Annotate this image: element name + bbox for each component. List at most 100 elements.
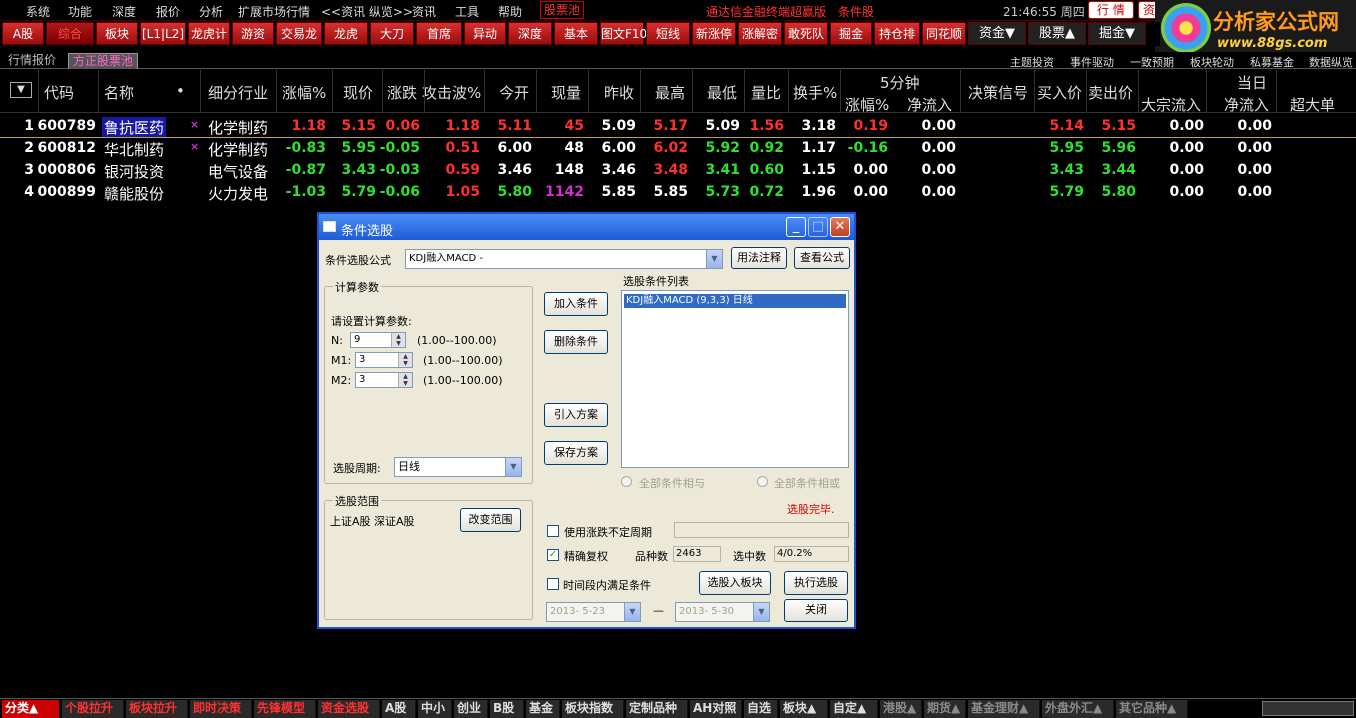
tb-depth[interactable]: 深度 bbox=[508, 22, 552, 45]
bottom-tab[interactable]: B股 bbox=[490, 700, 524, 718]
tb-short-term[interactable]: 短线 bbox=[646, 22, 690, 45]
bottom-tab[interactable]: 先锋模型 bbox=[254, 700, 316, 718]
bottom-tab[interactable]: 港股▲ bbox=[880, 700, 922, 718]
close-button[interactable]: 关闭 bbox=[784, 599, 848, 622]
col-ask[interactable]: 卖出价 bbox=[1088, 82, 1133, 103]
tb-dare-die[interactable]: 敢死队 bbox=[784, 22, 828, 45]
col-code[interactable]: 代码 bbox=[44, 82, 74, 103]
menu-tools[interactable]: 工具 bbox=[455, 3, 479, 20]
bottom-tab[interactable]: 资金选股 bbox=[318, 700, 380, 718]
bottom-tab[interactable]: 创业 bbox=[454, 700, 488, 718]
col-volume[interactable]: 现量 bbox=[551, 82, 581, 103]
tb-big-blade[interactable]: 大刀 bbox=[370, 22, 414, 45]
bottom-tab[interactable]: 外盘外汇▲ bbox=[1042, 700, 1114, 718]
col-signal[interactable]: 决策信号 bbox=[968, 82, 1028, 103]
tab-quote[interactable]: 行情报价 bbox=[4, 53, 60, 69]
table-row[interactable]: 2 600812 -0.83 5.95 -0.05 0.51 6.00 48 6.00 6.02 5… bbox=[0, 138, 1356, 160]
bottom-tab[interactable]: 即时决策 bbox=[190, 700, 252, 718]
bottom-tab[interactable]: 自选 bbox=[744, 700, 778, 718]
bottom-tab[interactable]: 中小 bbox=[418, 700, 452, 718]
col-price[interactable]: 现价 bbox=[343, 82, 373, 103]
tb-holding-rank[interactable]: 持仓排 bbox=[874, 22, 920, 45]
col-attack-wave[interactable]: 攻击波% bbox=[422, 82, 481, 103]
tb-dig-gold-dropdown[interactable]: 掘金▼ bbox=[1088, 22, 1146, 45]
tb-new-limit-up[interactable]: 新涨停 bbox=[692, 22, 736, 45]
usage-notes-button[interactable]: 用法注释 bbox=[731, 247, 787, 269]
col-turnover[interactable]: 换手% bbox=[793, 82, 837, 103]
chevron-down-icon[interactable]: ▼ bbox=[706, 250, 722, 268]
link-consensus[interactable]: 一致预期 bbox=[1130, 54, 1174, 70]
to-block-button[interactable]: 选股入板块 bbox=[699, 571, 771, 595]
save-scheme-button[interactable]: 保存方案 bbox=[544, 441, 608, 465]
bottom-tab[interactable]: A股 bbox=[382, 700, 416, 718]
chevron-down-icon[interactable]: ▼ bbox=[505, 458, 521, 476]
col-name[interactable]: 名称 bbox=[104, 82, 134, 103]
table-row[interactable]: 3 000806 -0.87 3.43 -0.03 0.59 3.46 148 3.46 3.48… bbox=[0, 160, 1356, 182]
dialog-titlebar[interactable]: 条件选股 _ □ ✕ bbox=[319, 214, 854, 240]
condition-stock-link[interactable]: 条件股 bbox=[838, 3, 874, 20]
tb-tonghuashun[interactable]: 同花顺 bbox=[922, 22, 966, 45]
delete-condition-button[interactable]: 删除条件 bbox=[544, 330, 608, 354]
col-change-pct[interactable]: 涨幅% bbox=[282, 82, 326, 103]
link-theme-investing[interactable]: 主题投资 bbox=[1010, 54, 1054, 70]
col-5min-change[interactable]: 涨幅% bbox=[845, 94, 889, 115]
col-super-large[interactable]: 超大单 bbox=[1290, 94, 1335, 115]
bottom-tab[interactable]: 其它品种▲ bbox=[1116, 700, 1188, 718]
row-name[interactable]: 鲁抗医药 bbox=[102, 117, 167, 138]
table-row[interactable]: 1 600789 1.18 5.15 0.06 1.18 5.11 45 5.09 5.17 5.0… bbox=[0, 116, 1356, 138]
col-net-inflow[interactable]: 净流入 bbox=[1224, 94, 1269, 115]
param-m2-input[interactable]: 3 ▲ ▼ bbox=[355, 372, 413, 388]
bottom-tab[interactable]: AH对照 bbox=[690, 700, 742, 718]
col-5min-inflow[interactable]: 净流入 bbox=[907, 94, 952, 115]
run-selection-button[interactable]: 执行选股 bbox=[784, 571, 848, 595]
tb-dragon-tiger[interactable]: 龙虎 bbox=[324, 22, 368, 45]
bottom-tab[interactable]: 基金理财▲ bbox=[968, 700, 1040, 718]
tb-funds-dropdown[interactable]: 资金▼ bbox=[968, 22, 1026, 45]
tb-sector[interactable]: 板块 bbox=[96, 22, 138, 45]
tb-stocks-dropdown[interactable]: 股票▲ bbox=[1028, 22, 1086, 45]
link-private-fund[interactable]: 私募基金 bbox=[1250, 54, 1294, 70]
unfixed-period-checkbox[interactable] bbox=[547, 525, 559, 537]
condition-list-item[interactable]: KDJ融入MACD (9,3,3) 日线 bbox=[624, 294, 846, 308]
tb-limit-decode[interactable]: 涨解密 bbox=[738, 22, 782, 45]
bottom-tab[interactable]: 基金 bbox=[526, 700, 560, 718]
menu-depth[interactable]: 深度 bbox=[112, 3, 136, 20]
col-prev-close[interactable]: 昨收 bbox=[604, 82, 634, 103]
condition-list[interactable]: KDJ融入MACD (9,3,3) 日线 bbox=[621, 290, 849, 468]
menu-function[interactable]: 功能 bbox=[68, 3, 92, 20]
menu-stock-pool[interactable]: 股票池 bbox=[540, 1, 585, 19]
import-scheme-button[interactable]: 引入方案 bbox=[544, 403, 608, 427]
tb-chief[interactable]: 首席 bbox=[416, 22, 462, 45]
horizontal-scrollbar[interactable] bbox=[1262, 701, 1354, 716]
bottom-tab[interactable]: 自定▲ bbox=[830, 700, 878, 718]
menu-news-overview[interactable]: <<资讯 纵览>> bbox=[321, 3, 413, 20]
row-name[interactable]: 赣能股份 bbox=[104, 183, 164, 204]
menu-help[interactable]: 帮助 bbox=[498, 3, 522, 20]
table-row[interactable]: 4 000899 -1.03 5.79 -0.06 1.05 5.80 1142 5.85 5.8… bbox=[0, 182, 1356, 204]
spin-arrows-icon[interactable]: ▲ ▼ bbox=[398, 373, 412, 387]
tb-a-shares[interactable]: A股 bbox=[2, 22, 44, 45]
col-bid[interactable]: 买入价 bbox=[1037, 82, 1082, 103]
time-period-checkbox[interactable] bbox=[547, 578, 559, 590]
tb-hot-money[interactable]: 游资 bbox=[232, 22, 274, 45]
row-name[interactable]: 华北制药 bbox=[104, 139, 164, 160]
col-open[interactable]: 今开 bbox=[499, 82, 529, 103]
change-scope-button[interactable]: 改变范围 bbox=[460, 508, 521, 532]
spin-arrows-icon[interactable]: ▲ ▼ bbox=[391, 333, 405, 347]
menu-news[interactable]: 资讯 bbox=[412, 3, 436, 20]
bottom-tab[interactable]: 定制品种 bbox=[626, 700, 688, 718]
tb-abnormal[interactable]: 异动 bbox=[464, 22, 506, 45]
bottom-tab[interactable]: 分类▲ bbox=[2, 700, 60, 718]
view-formula-button[interactable]: 查看公式 bbox=[794, 247, 850, 269]
column-menu-icon[interactable]: ▼ bbox=[10, 82, 32, 98]
tb-composite[interactable]: 综合 bbox=[46, 22, 94, 45]
col-vol-ratio[interactable]: 量比 bbox=[751, 82, 781, 103]
link-event-driven[interactable]: 事件驱动 bbox=[1070, 54, 1114, 70]
quote-button[interactable]: 行 情 bbox=[1088, 1, 1134, 19]
param-n-input[interactable]: 9 ▲ ▼ bbox=[350, 332, 406, 348]
bottom-tab[interactable]: 板块拉升 bbox=[126, 700, 188, 718]
col-low[interactable]: 最低 bbox=[707, 82, 737, 103]
col-industry[interactable]: 细分行业 bbox=[208, 82, 268, 103]
menu-system[interactable]: 系统 bbox=[26, 3, 50, 20]
tb-dragon-tiger-calc[interactable]: 龙虎计 bbox=[188, 22, 230, 45]
